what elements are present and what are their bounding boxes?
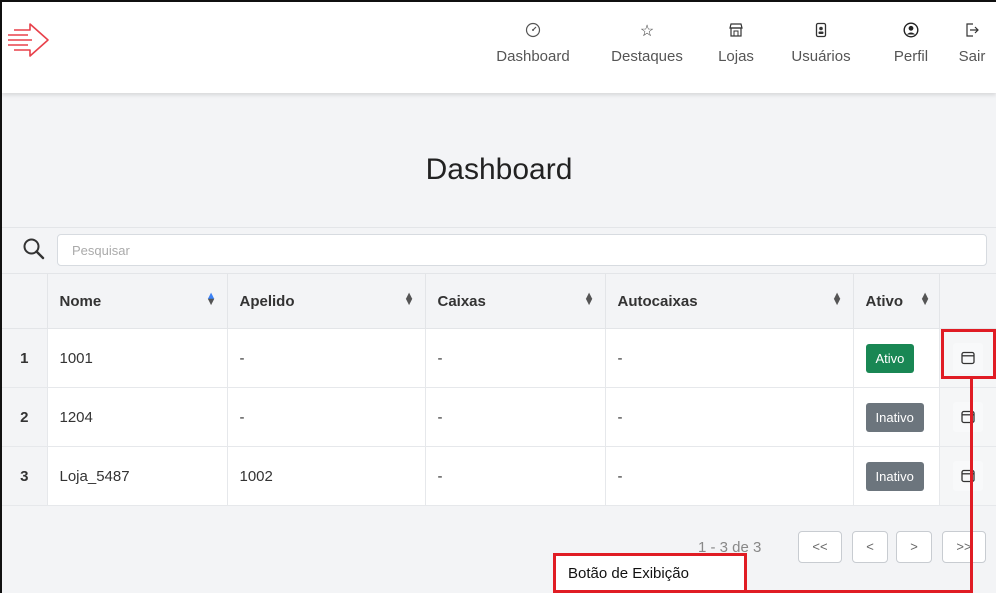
cell-apelido: 1002 (226, 446, 425, 506)
main-content: Dashboard Nome ▲▼ Apelido ▲▼ (2, 93, 996, 593)
column-header-apelido[interactable]: Apelido ▲ ▼ (226, 273, 425, 329)
window-icon (961, 469, 975, 483)
user-badge-icon (780, 22, 862, 42)
row-index: 1 (2, 328, 47, 388)
last-page-button[interactable]: >> (942, 531, 986, 563)
nav-label-perfil: Perfil (893, 48, 929, 65)
cell-autocaixas: - (604, 328, 853, 388)
status-badge[interactable]: Ativo (865, 343, 915, 373)
column-label-autocaixas: Autocaixas (617, 292, 698, 310)
cell-nome: 1204 (46, 387, 227, 447)
table-row: 1 1001 - - - Ativo (2, 328, 996, 388)
column-label-apelido: Apelido (239, 292, 295, 310)
view-button[interactable] (952, 402, 983, 432)
cell-ativo: Inativo (852, 446, 939, 506)
cell-actions (938, 387, 996, 447)
status-badge[interactable]: Inativo (865, 461, 924, 491)
column-header-caixas[interactable]: Caixas ▲ ▼ (424, 273, 605, 329)
sort-icon[interactable]: ▲ ▼ (206, 291, 217, 308)
search-bar (2, 227, 996, 274)
column-header-index (2, 273, 47, 329)
column-header-autocaixas[interactable]: Autocaixas ▲ ▼ (604, 273, 853, 329)
search-icon (23, 238, 45, 260)
cell-caixas: - (424, 328, 605, 388)
first-page-button[interactable]: << (798, 531, 842, 563)
cell-nome: 1001 (46, 328, 227, 388)
sort-icon[interactable]: ▲ ▼ (404, 291, 415, 308)
sort-icon[interactable]: ▲ ▼ (920, 291, 931, 308)
page-title: Dashboard (425, 153, 573, 186)
nav-item-dashboard[interactable]: Dashboard (490, 22, 576, 65)
table-header-row: Nome ▲ ▼ Apelido ▲ ▼ Caixas ▲ ▼ Autocaixas … (2, 273, 996, 329)
column-label-ativo: Ativo (865, 292, 904, 310)
sort-icon[interactable]: ▲ ▼ (584, 291, 595, 308)
search-input[interactable] (57, 234, 987, 266)
nav-label-dashboard: Dashboard (496, 48, 570, 65)
table-row: 2 1204 - - - Inativo (2, 387, 996, 447)
star-icon: ☆ (639, 23, 655, 40)
cell-ativo: Ativo (852, 328, 939, 388)
cell-autocaixas: - (604, 446, 853, 506)
column-label-nome: Nome (59, 292, 102, 310)
nav-item-sair[interactable]: Sair (952, 22, 992, 65)
window-icon (961, 410, 975, 424)
nav-item-destaques[interactable]: ☆ Destaques (606, 22, 688, 65)
nav-item-lojas[interactable]: Lojas (714, 22, 758, 65)
column-label-caixas: Caixas (437, 292, 486, 310)
cell-autocaixas: - (604, 387, 853, 447)
view-button[interactable] (952, 461, 983, 491)
nav-item-perfil[interactable]: Perfil (884, 22, 938, 65)
cell-caixas: - (424, 387, 605, 447)
nav-label-lojas: Lojas (718, 48, 754, 65)
top-navbar: Dashboard ☆ Destaques Lojas Usuários Per… (2, 2, 996, 93)
row-index: 2 (2, 387, 47, 447)
profile-icon (884, 22, 938, 42)
cell-apelido: - (226, 387, 425, 447)
nav-label-usuarios: Usuários (791, 48, 851, 65)
row-index: 3 (2, 446, 47, 506)
table-footer: 1 - 3 de 3 << < > >> (2, 507, 996, 579)
annotation-highlight-box (941, 329, 996, 379)
annotation-label-text: Botão de Exibição (568, 565, 689, 582)
sort-icon[interactable]: ▲ ▼ (832, 291, 843, 308)
column-header-nome[interactable]: Nome ▲ ▼ (46, 273, 227, 329)
cell-apelido: - (226, 328, 425, 388)
nav-item-usuarios[interactable]: Usuários (780, 22, 862, 65)
annotation-connector-vertical (970, 379, 973, 593)
table-row: 3 Loja_5487 1002 - - Inativo (2, 446, 996, 506)
stores-table: Nome ▲ ▼ Apelido ▲ ▼ Caixas ▲ ▼ Autocaixas … (2, 273, 996, 506)
nav-label-destaques: Destaques (611, 48, 683, 65)
dashboard-gauge-icon (490, 22, 576, 42)
cell-ativo: Inativo (852, 387, 939, 447)
next-page-button[interactable]: > (896, 531, 932, 563)
cell-caixas: - (424, 446, 605, 506)
logout-icon (952, 22, 992, 42)
cell-actions (938, 446, 996, 506)
prev-page-button[interactable]: < (852, 531, 888, 563)
status-badge[interactable]: Inativo (865, 402, 924, 432)
annotation-label: Botão de Exibição (553, 553, 747, 593)
cell-nome: Loja_5487 (46, 446, 227, 506)
column-header-actions (938, 273, 996, 329)
logo-arrow-icon[interactable] (6, 20, 50, 60)
nav-label-sair: Sair (958, 48, 986, 65)
column-header-ativo[interactable]: Ativo ▲ ▼ (852, 273, 939, 329)
store-icon (714, 22, 758, 42)
